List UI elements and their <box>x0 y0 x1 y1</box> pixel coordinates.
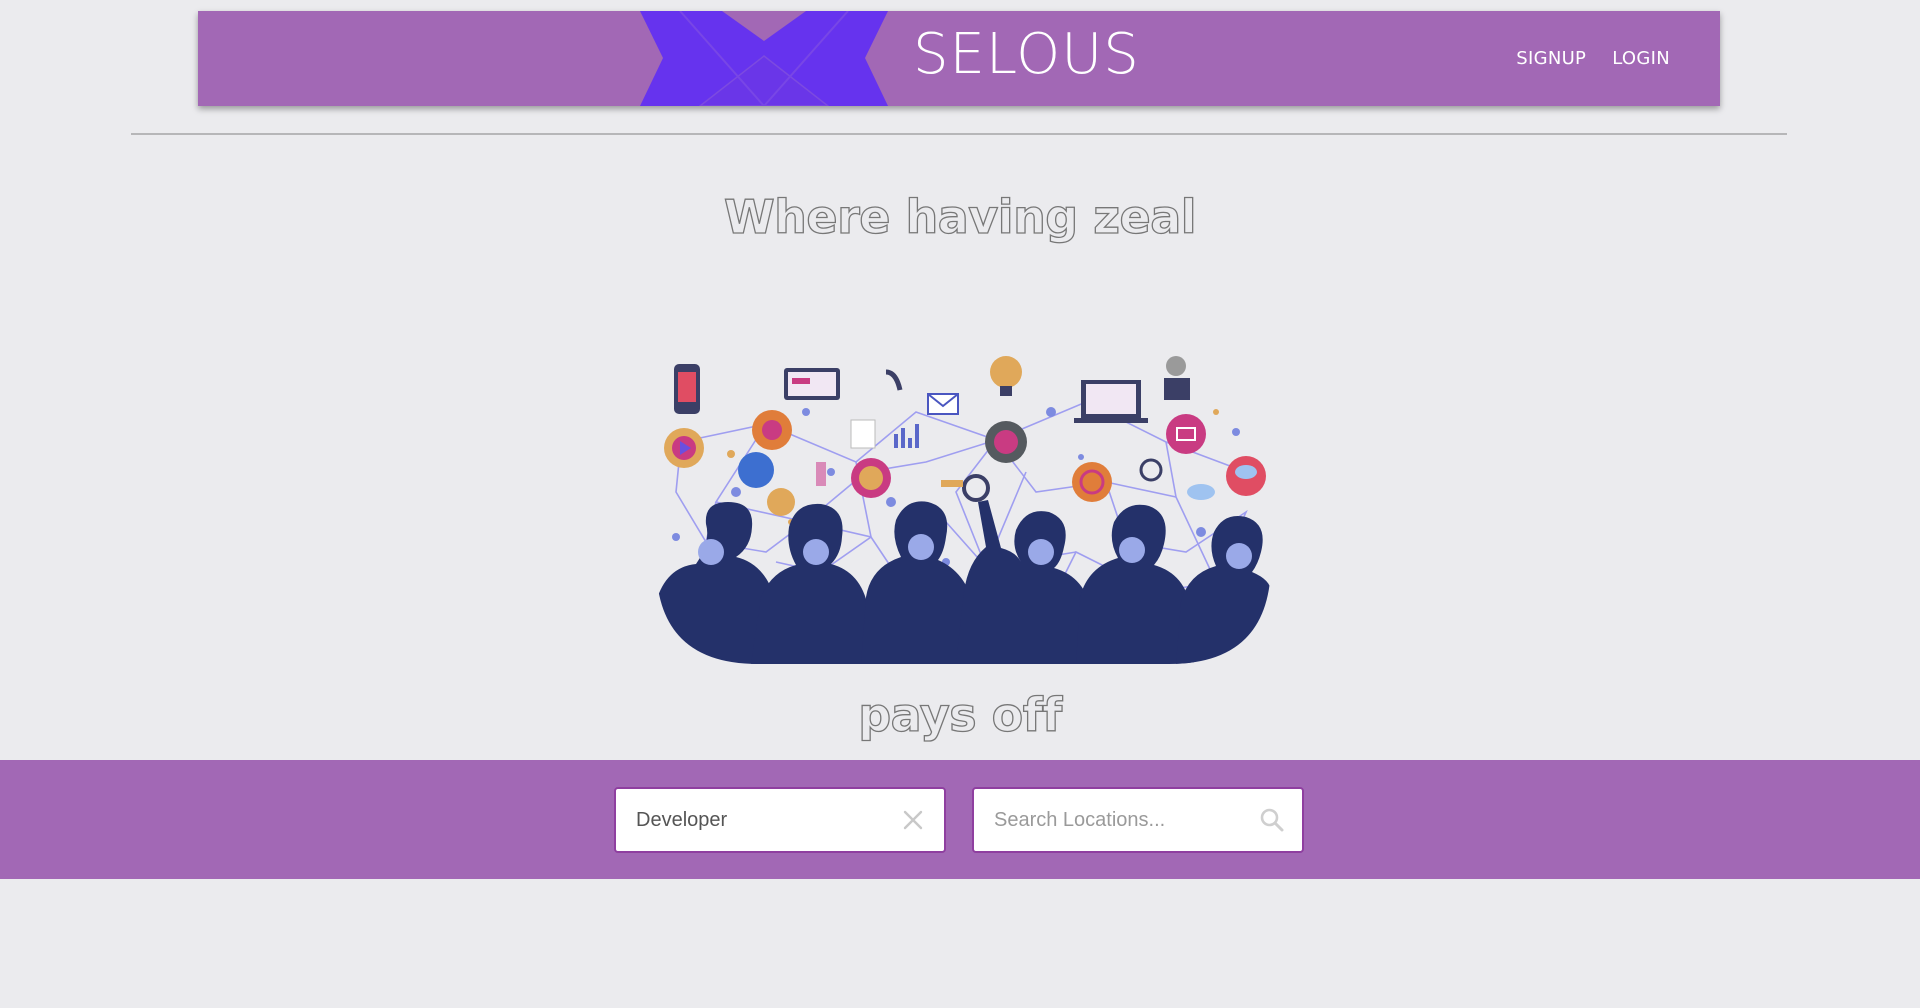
close-icon[interactable] <box>901 806 924 834</box>
location-search-input[interactable] <box>994 808 1259 832</box>
brand-title[interactable]: SELOUS <box>913 27 1140 83</box>
search-icon[interactable] <box>1259 806 1285 834</box>
header-divider <box>131 133 1787 135</box>
role-search-field[interactable] <box>614 787 946 853</box>
role-search-input[interactable] <box>636 808 901 832</box>
login-link[interactable]: LOGIN <box>1612 48 1670 69</box>
search-band <box>0 760 1920 879</box>
signup-link[interactable]: SIGNUP <box>1516 48 1586 69</box>
networking-people-illustration <box>656 352 1271 664</box>
page: SELOUS SIGNUP LOGIN Where having zeal pa… <box>0 0 1920 1008</box>
header-bar: SELOUS SIGNUP LOGIN <box>198 11 1720 106</box>
header-nav: SIGNUP LOGIN <box>1516 11 1670 106</box>
hero-title-top: Where having zeal <box>723 189 1197 244</box>
x-logo-icon[interactable] <box>640 11 888 106</box>
hero-title-bottom: pays off <box>858 687 1063 742</box>
location-search-field[interactable] <box>972 787 1304 853</box>
